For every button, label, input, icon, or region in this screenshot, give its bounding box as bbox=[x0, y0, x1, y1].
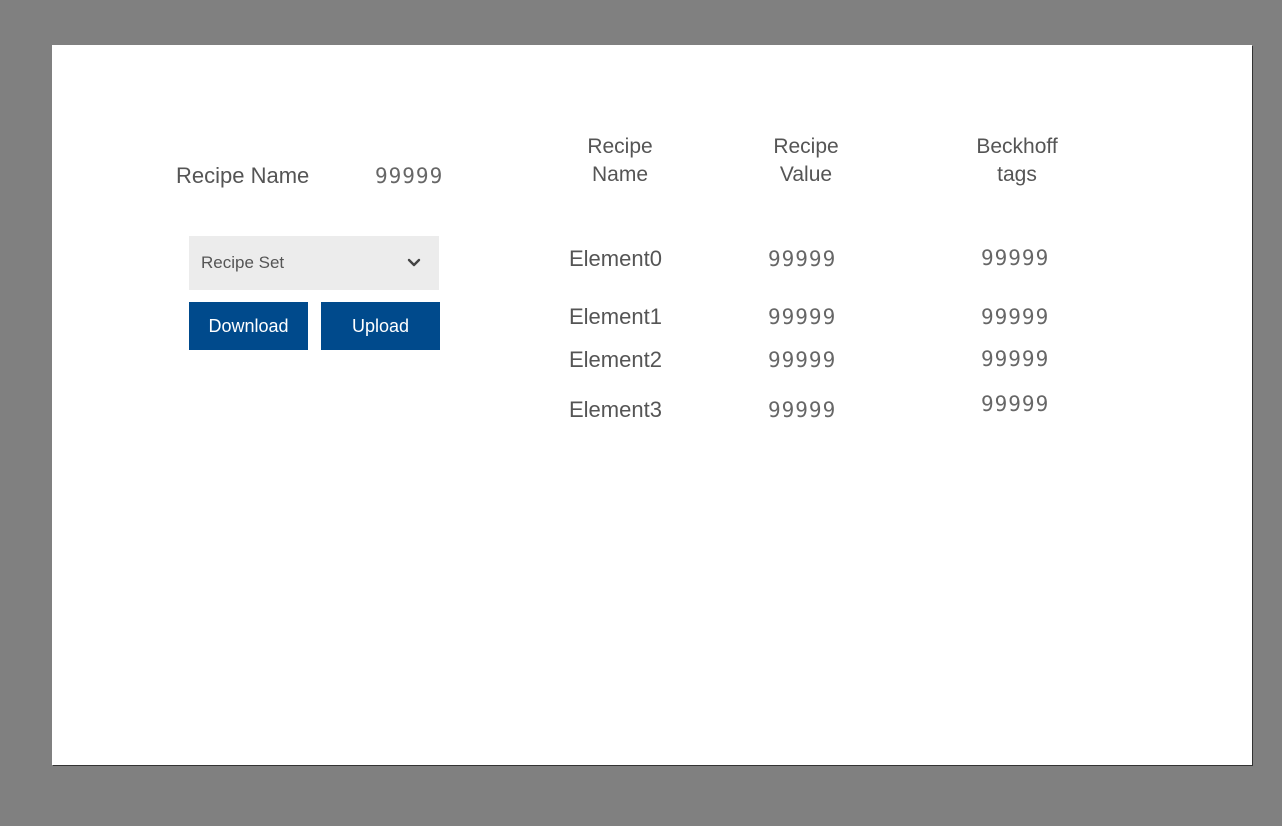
row-3-value: 99999 bbox=[768, 398, 837, 422]
recipe-name-label: Recipe Name bbox=[176, 163, 310, 188]
row-0-name: Element0 bbox=[569, 246, 662, 271]
header-beckhoff-tags-line2: tags bbox=[997, 163, 1037, 186]
header-beckhoff-tags-line1: Beckhoff bbox=[976, 135, 1058, 158]
recipe-panel: Recipe Name 99999 Recipe Set Download Up… bbox=[52, 45, 1252, 765]
download-button[interactable]: Download bbox=[189, 302, 308, 350]
row-2-tag: 99999 bbox=[981, 347, 1050, 371]
header-beckhoff-tags: Beckhoff tags bbox=[952, 133, 1082, 189]
recipe-name-value: 99999 bbox=[375, 164, 444, 188]
row-0-tag: 99999 bbox=[981, 246, 1050, 270]
upload-button[interactable]: Upload bbox=[321, 302, 440, 350]
header-recipe-value-line2: Value bbox=[779, 163, 833, 186]
header-recipe-value-line1: Recipe bbox=[773, 135, 839, 158]
row-1-value: 99999 bbox=[768, 305, 837, 329]
row-0-value: 99999 bbox=[768, 247, 837, 271]
row-2-name: Element2 bbox=[569, 347, 662, 372]
header-recipe-name-line1: Recipe bbox=[587, 135, 653, 158]
recipe-set-select[interactable]: Recipe Set bbox=[189, 236, 439, 290]
row-1-name: Element1 bbox=[569, 304, 662, 329]
row-3-name: Element3 bbox=[569, 397, 662, 422]
recipe-set-selected: Recipe Set bbox=[201, 253, 285, 272]
row-3-tag: 99999 bbox=[981, 392, 1050, 416]
chevron-down-icon bbox=[403, 252, 425, 274]
row-1-tag: 99999 bbox=[981, 305, 1050, 329]
row-2-value: 99999 bbox=[768, 348, 837, 372]
header-recipe-name: Recipe Name bbox=[555, 133, 685, 189]
header-recipe-name-line2: Name bbox=[591, 163, 649, 186]
header-recipe-value: Recipe Value bbox=[741, 133, 871, 189]
